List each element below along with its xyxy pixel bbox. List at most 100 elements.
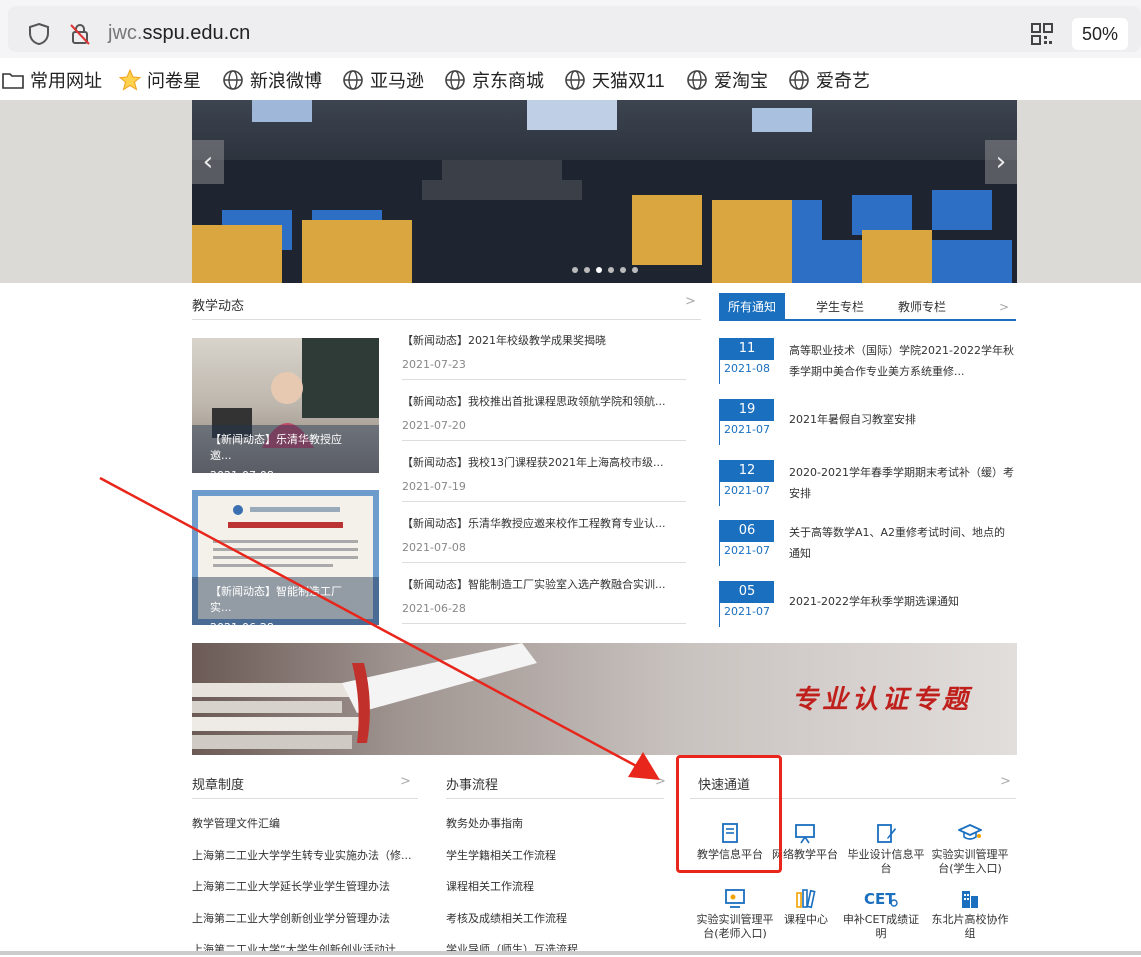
quick-link-cet[interactable]: CET 申补CET成绩证明 — [841, 881, 921, 941]
url-text[interactable]: jwc.sspu.edu.cn — [108, 22, 250, 45]
news-item-title[interactable]: 【新闻动态】我校13门课程获2021年上海高校市级... — [402, 454, 686, 470]
bookmark-label: 爱淘宝 — [714, 71, 768, 91]
regulations-title[interactable]: 规章制度 — [192, 774, 244, 793]
news-item[interactable]: 【新闻动态】智能制造工厂实验室入选产教融合实训... 2021-06-28 — [402, 564, 686, 624]
regulations-more[interactable]: > — [400, 774, 411, 789]
procedures-title[interactable]: 办事流程 — [446, 774, 498, 793]
bookmark-item[interactable]: 爱淘宝 — [686, 68, 768, 92]
bookmark-label: 天猫双11 — [592, 71, 665, 91]
news-photo-2[interactable]: 【新闻动态】智能制造工厂实... 2021-06-28 — [192, 490, 379, 625]
notice-item[interactable]: 11 2021-08 高等职业技术（国际）学院2021-2022学年秋季学期中美… — [719, 338, 1016, 399]
notice-text[interactable]: 2020-2021学年春季学期期末考试补（缓）考安排 — [789, 462, 1015, 504]
globe-icon — [223, 70, 243, 90]
procedures-more[interactable]: > — [655, 774, 666, 789]
carousel-dot-active[interactable] — [596, 267, 602, 273]
notice-date-box: 12 2021-07 — [719, 460, 774, 506]
notice-day: 12 — [720, 460, 774, 482]
notice-text[interactable]: 2021-2022学年秋季学期选课通知 — [789, 591, 1015, 612]
carousel-dot[interactable] — [584, 267, 590, 273]
photo-caption-title: 【新闻动态】智能制造工厂实... — [210, 585, 342, 614]
insecure-lock-icon[interactable] — [68, 22, 92, 46]
quick-link-label: 毕业设计信息平台 — [847, 848, 925, 875]
news-item-title[interactable]: 【新闻动态】智能制造工厂实验室入选产教融合实训... — [402, 576, 686, 592]
procedure-link[interactable]: 学生学籍相关工作流程 — [446, 847, 664, 863]
regulation-link[interactable]: 上海第二工业大学延长学业学生管理办法 — [192, 878, 418, 894]
news-item-title[interactable]: 【新闻动态】2021年校级教学成果奖揭晓 — [402, 332, 686, 348]
tab-teacher[interactable]: 教师专栏 — [898, 293, 946, 321]
notice-item[interactable]: 12 2021-07 2020-2021学年春季学期期末考试补（缓）考安排 — [719, 460, 1016, 521]
building-icon — [962, 891, 978, 908]
notice-date-box: 06 2021-07 — [719, 520, 774, 566]
carousel-dot[interactable] — [632, 267, 638, 273]
bookmark-label: 问卷星 — [147, 71, 201, 91]
presentation-icon — [795, 824, 815, 844]
bookmark-item[interactable]: 京东商城 — [444, 68, 544, 92]
regulation-link[interactable]: 教学管理文件汇编 — [192, 815, 418, 831]
procedure-link[interactable]: 课程相关工作流程 — [446, 878, 664, 894]
notices-more[interactable]: > — [999, 293, 1009, 321]
photo-caption-date: 2021-06-28 — [210, 621, 361, 625]
quick-link-label: 实验实训管理平台(学生入口) — [931, 848, 1009, 875]
notice-item[interactable]: 19 2021-07 2021年暑假自习教室安排 — [719, 399, 1016, 460]
notice-text[interactable]: 高等职业技术（国际）学院2021-2022学年秋季学期中美合作专业美方系统重修.… — [789, 340, 1015, 382]
carousel-dot[interactable] — [620, 267, 626, 273]
notice-item[interactable]: 06 2021-07 关于高等数学A1、A2重修考试时间、地点的通知 — [719, 520, 1016, 581]
quick-link-label: 课程中心 — [784, 913, 828, 926]
banner-carousel: ‹ › — [0, 100, 1141, 283]
notice-date-box: 11 2021-08 — [719, 338, 774, 384]
notice-month: 2021-07 — [724, 605, 770, 618]
teaching-news-more[interactable]: > — [685, 294, 696, 309]
news-item[interactable]: 【新闻动态】2021年校级教学成果奖揭晓 2021-07-23 — [402, 320, 686, 380]
notice-text[interactable]: 2021年暑假自习教室安排 — [789, 409, 1015, 430]
news-photo-1[interactable]: 【新闻动态】乐清华教授应邀... 2021-07-08 — [192, 338, 379, 473]
news-item-date: 2021-07-19 — [402, 480, 466, 493]
carousel-dot[interactable] — [608, 267, 614, 273]
carousel-next-arrow[interactable]: › — [985, 140, 1017, 184]
news-item[interactable]: 【新闻动态】我校推出首批课程思政领航学院和领航... 2021-07-20 — [402, 381, 686, 441]
window-bottom-edge — [0, 951, 1141, 955]
notice-date-box: 19 2021-07 — [719, 399, 774, 445]
tab-all-notices[interactable]: 所有通知 — [719, 293, 785, 321]
star-icon — [119, 69, 141, 91]
news-item-title[interactable]: 【新闻动态】乐清华教授应邀来校作工程教育专业认... — [402, 515, 686, 531]
carousel-prev-arrow[interactable]: ‹ — [192, 140, 224, 184]
news-item[interactable]: 【新闻动态】乐清华教授应邀来校作工程教育专业认... 2021-07-08 — [402, 503, 686, 563]
quick-link-course-center[interactable]: 课程中心 — [766, 881, 846, 927]
qr-code-icon[interactable] — [1031, 23, 1053, 45]
news-item-title[interactable]: 【新闻动态】我校推出首批课程思政领航学院和领航... — [402, 393, 686, 409]
news-item-date: 2021-07-20 — [402, 419, 466, 432]
procedure-link[interactable]: 考核及成绩相关工作流程 — [446, 910, 664, 926]
procedure-link[interactable]: 教务处办事指南 — [446, 815, 664, 831]
cet-icon: CET — [864, 890, 898, 908]
teaching-news-title[interactable]: 教学动态 — [192, 295, 244, 314]
zoom-level[interactable]: 50% — [1072, 18, 1128, 50]
bookmark-folder[interactable]: 常用网址 — [2, 68, 102, 92]
bookmark-item[interactable]: 亚马逊 — [342, 68, 424, 92]
quick-link-northeast[interactable]: 东北片高校协作组 — [930, 881, 1010, 941]
quick-link-lab-teacher[interactable]: 实验实训管理平台(老师入口) — [695, 881, 775, 941]
quick-link-graduation-design[interactable]: 毕业设计信息平台 — [846, 816, 926, 876]
url-box[interactable]: jwc.sspu.edu.cn 50% — [8, 6, 1141, 52]
shield-icon[interactable] — [28, 22, 50, 46]
news-item[interactable]: 【新闻动态】我校13门课程获2021年上海高校市级... 2021-07-19 — [402, 442, 686, 502]
bookmark-item[interactable]: 爱奇艺 — [788, 68, 870, 92]
photo-caption-title: 【新闻动态】乐清华教授应邀... — [210, 433, 342, 462]
bookmark-label: 新浪微博 — [250, 71, 322, 91]
notice-text[interactable]: 关于高等数学A1、A2重修考试时间、地点的通知 — [789, 522, 1015, 564]
bookmark-label: 常用网址 — [30, 71, 102, 91]
tab-student[interactable]: 学生专栏 — [816, 293, 864, 321]
quick-link-lab-student[interactable]: 实验实训管理平台(学生入口) — [930, 816, 1010, 876]
books-icon — [796, 889, 816, 909]
notice-month: 2021-08 — [724, 362, 770, 375]
bookmark-item[interactable]: 天猫双11 — [564, 68, 665, 92]
bookmark-item[interactable]: 新浪微博 — [222, 68, 322, 92]
quick-access-more[interactable]: > — [1000, 774, 1011, 789]
banner-photo[interactable] — [192, 100, 1017, 283]
notice-item[interactable]: 05 2021-07 2021-2022学年秋季学期选课通知 — [719, 581, 1016, 642]
certification-banner[interactable]: 专业认证专题 — [192, 643, 1017, 755]
regulation-link[interactable]: 上海第二工业大学学生转专业实施办法（修... — [192, 847, 418, 863]
bookmark-item[interactable]: 问卷星 — [119, 68, 201, 92]
carousel-dot[interactable] — [572, 267, 578, 273]
regulation-link[interactable]: 上海第二工业大学创新创业学分管理办法 — [192, 910, 418, 926]
bookmark-label: 爱奇艺 — [816, 71, 870, 91]
